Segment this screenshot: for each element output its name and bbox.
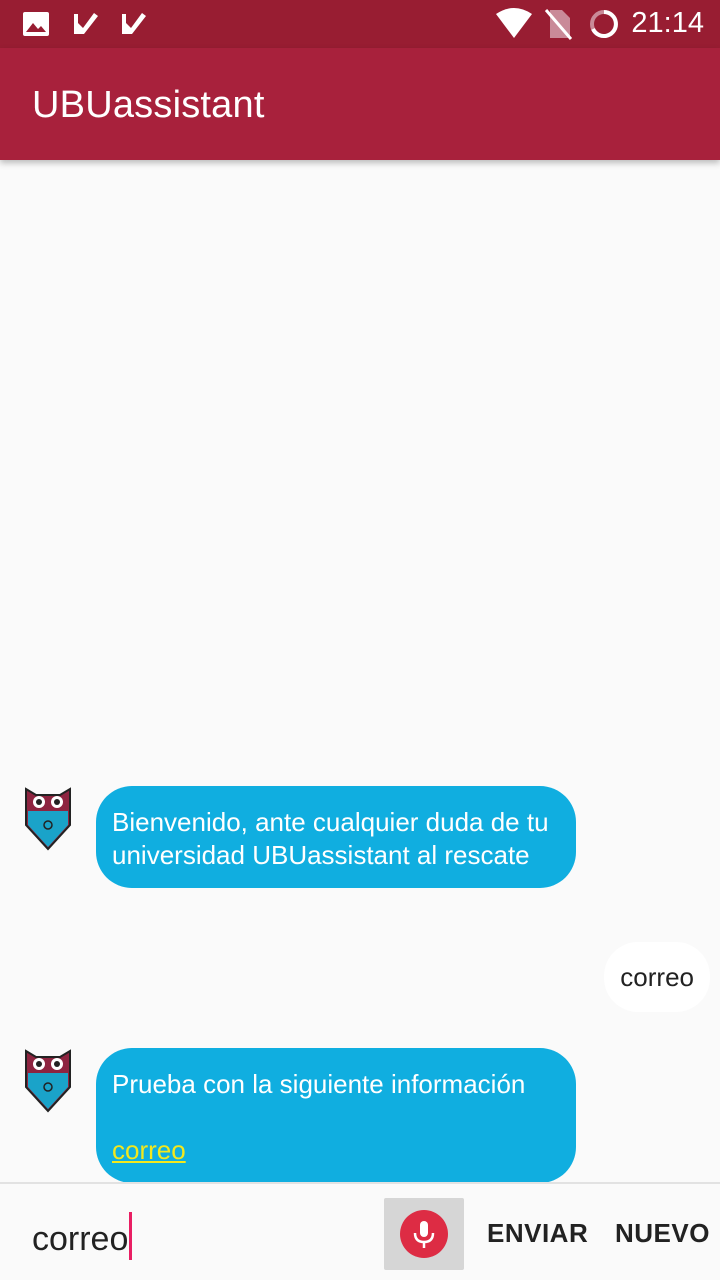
bot-message-bubble: Bienvenido, ante cualquier duda de tu un… xyxy=(96,786,576,888)
app-bar: UBUassistant xyxy=(0,48,720,160)
owl-avatar-icon xyxy=(25,1049,71,1113)
user-message-text: correo xyxy=(620,962,694,992)
microphone-icon xyxy=(413,1221,435,1248)
chat-area[interactable]: Bienvenido, ante cualquier duda de tu un… xyxy=(0,160,720,1182)
bot-message-bubble: Prueba con la siguiente información corr… xyxy=(96,1048,576,1182)
correo-link[interactable]: correo xyxy=(112,1135,186,1165)
wifi-icon xyxy=(496,8,532,38)
bot-message-text: Bienvenido, ante cualquier duda de tu un… xyxy=(112,807,549,870)
mic-circle xyxy=(400,1210,448,1258)
app-title: UBUassistant xyxy=(32,84,265,126)
mic-button[interactable] xyxy=(384,1198,464,1270)
loading-ring-icon xyxy=(590,10,618,38)
send-button[interactable]: ENVIAR xyxy=(487,1218,588,1249)
bot-message-text: Prueba con la siguiente información xyxy=(112,1069,526,1099)
owl-avatar-icon xyxy=(25,787,71,851)
user-message-bubble: correo xyxy=(604,942,710,1012)
no-sim-icon xyxy=(544,9,572,40)
image-icon xyxy=(23,12,49,36)
text-cursor xyxy=(129,1212,133,1260)
status-time: 21:14 xyxy=(631,7,704,39)
check-icon xyxy=(122,13,146,34)
message-input-value: correo xyxy=(32,1220,129,1258)
status-bar: 21:14 xyxy=(0,0,720,48)
message-input[interactable]: correo xyxy=(32,1212,133,1260)
new-button[interactable]: NUEVO xyxy=(615,1218,710,1249)
check-icon xyxy=(74,13,98,34)
input-bar: correo ENVIAR NUEVO xyxy=(0,1182,720,1280)
